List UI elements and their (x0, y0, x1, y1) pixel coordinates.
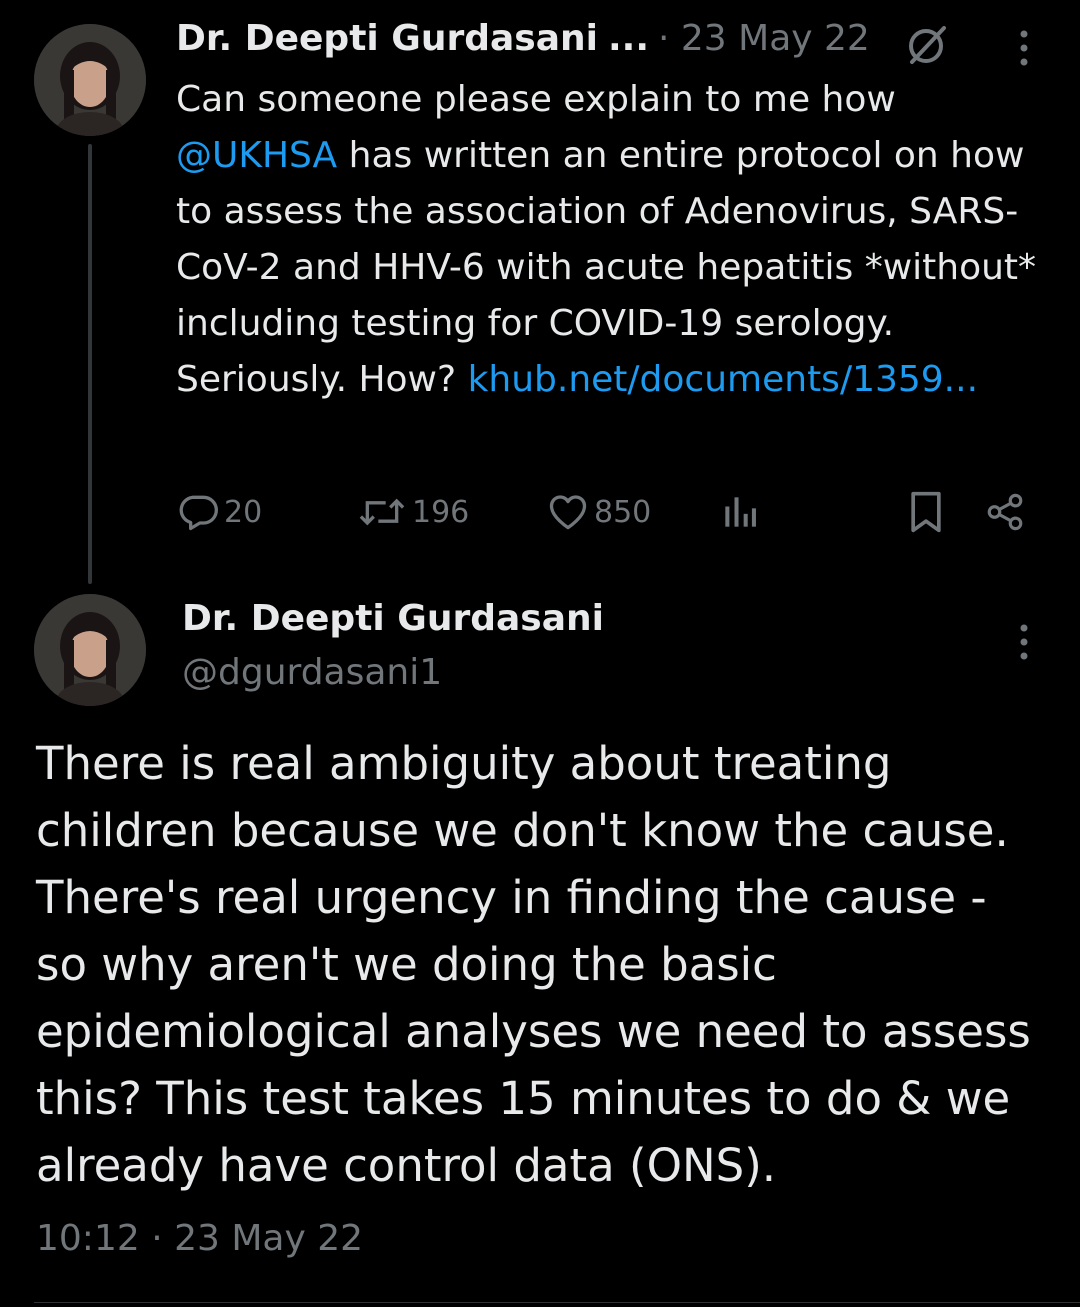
tweet-date[interactable]: · 23 May 22 (658, 18, 870, 59)
tweet-text: Can someone please explain to me how @UK… (176, 72, 1056, 408)
bookmark-icon (911, 491, 941, 533)
retweet-count: 196 (412, 494, 470, 530)
reply-icon (179, 495, 218, 531)
no-entry-icon (904, 24, 952, 72)
divider (34, 1302, 1080, 1303)
bookmark-button[interactable] (906, 488, 950, 536)
reply-count: 20 (224, 494, 263, 530)
document-link[interactable]: khub.net/documents/1359... (468, 359, 978, 400)
avatar[interactable] (34, 594, 146, 706)
tweet-text: There is real ambiguity about treating c… (36, 737, 1031, 1192)
name-truncation: ... (608, 18, 650, 59)
retweet-icon (359, 498, 405, 526)
author-handle[interactable]: @dgurdasani1 (182, 652, 442, 693)
tweet-timestamp[interactable]: 10:12 · 23 May 22 (36, 1218, 363, 1259)
avatar[interactable] (34, 24, 146, 136)
thread-connector-line (88, 144, 92, 584)
share-button[interactable] (984, 488, 1030, 536)
author-name[interactable]: Dr. Deepti Gurdasani (176, 18, 598, 59)
views-button[interactable] (720, 488, 764, 536)
retweet-button[interactable]: 196 (356, 488, 469, 536)
author-name[interactable]: Dr. Deepti Gurdasani (182, 598, 604, 639)
heart-icon (549, 495, 587, 530)
like-count: 850 (594, 494, 652, 530)
mention-link[interactable]: @UKHSA (176, 135, 337, 176)
share-icon (987, 493, 1023, 531)
tweet-text-intro: Can someone please explain to me how (176, 79, 896, 120)
reply-button[interactable]: 20 (176, 488, 262, 536)
more-icon[interactable] (1016, 616, 1032, 676)
views-icon (725, 497, 756, 527)
like-button[interactable]: 850 (546, 488, 651, 536)
